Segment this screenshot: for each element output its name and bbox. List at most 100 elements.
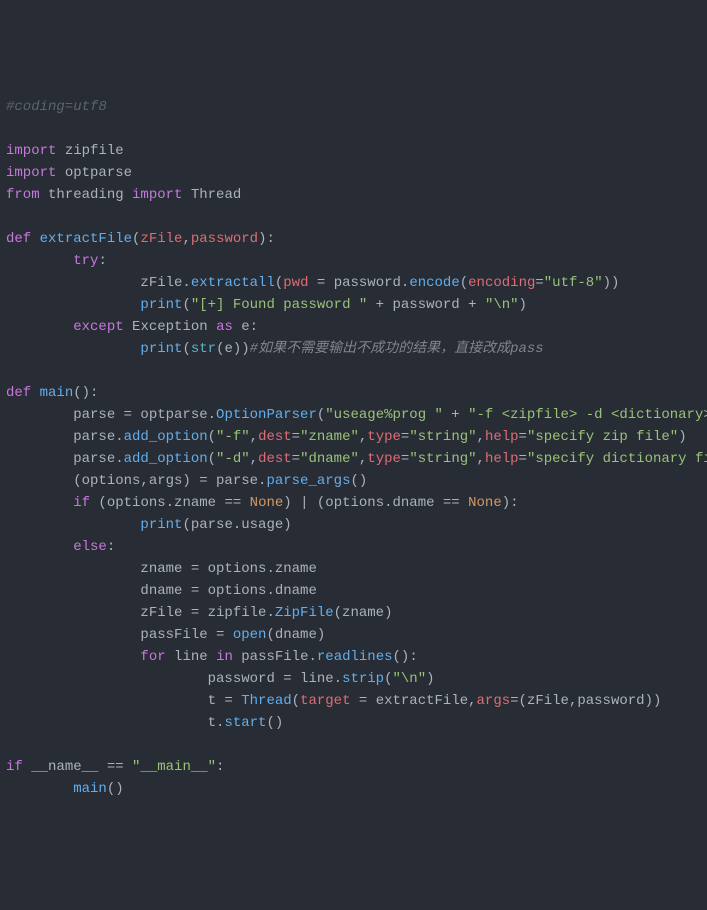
token-punct: = (292, 429, 300, 445)
token-ident (6, 517, 140, 533)
token-punct: () (350, 473, 367, 489)
token-funccall: main (73, 781, 107, 797)
code-line: print(parse.usage) (6, 514, 701, 536)
token-keyword: import (6, 143, 56, 159)
token-ident (6, 649, 140, 665)
token-keyword: if (73, 495, 90, 511)
token-punct: + (443, 407, 468, 423)
token-paramname: password (191, 231, 258, 247)
code-line (6, 360, 701, 382)
token-funcname: extractFile (40, 231, 132, 247)
token-string: "specify zip file" (527, 429, 678, 445)
token-string: "dname" (300, 451, 359, 467)
token-keyword: in (216, 649, 233, 665)
code-line: zFile.extractall(pwd = password.encode(e… (6, 272, 701, 294)
token-paramname: type (367, 451, 401, 467)
token-ident: Thread (182, 187, 241, 203)
code-line: t.start() (6, 712, 701, 734)
token-paramname: dest (258, 429, 292, 445)
token-ident: __name__ == (23, 759, 132, 775)
token-punct: = (519, 451, 527, 467)
token-ident (6, 253, 73, 269)
token-ident: Exception (124, 319, 216, 335)
token-funcname: main (40, 385, 74, 401)
token-punct: ) (519, 297, 527, 313)
token-funccall: encode (409, 275, 459, 291)
code-line: passFile = open(dname) (6, 624, 701, 646)
token-punct: , (477, 451, 485, 467)
token-funccall: add_option (124, 429, 208, 445)
token-funccall: strip (342, 671, 384, 687)
token-keyword: for (140, 649, 165, 665)
token-punct: (dname) (266, 627, 325, 643)
code-line: zname = options.zname (6, 558, 701, 580)
token-ident: parse. (6, 451, 124, 467)
token-ident: (options.zname == (90, 495, 250, 511)
token-ident: zFile = zipfile. (6, 605, 275, 621)
token-punct: ) (426, 671, 434, 687)
token-ident: ) | (options.dname == (283, 495, 468, 511)
token-punct: ( (275, 275, 283, 291)
token-punct: () (107, 781, 124, 797)
token-punct: ( (208, 429, 216, 445)
token-punct: ( (208, 451, 216, 467)
token-punct: = extractFile, (351, 693, 477, 709)
code-line: parse = optparse.OptionParser("useage%pr… (6, 404, 701, 426)
token-string: "-f <zipfile> -d <dictionary>" (468, 407, 707, 423)
token-string: "\n" (392, 671, 426, 687)
token-paramname: dest (258, 451, 292, 467)
token-punct: (): (73, 385, 98, 401)
token-ident: parse. (6, 429, 124, 445)
token-keyword: def (6, 231, 31, 247)
code-line: password = line.strip("\n") (6, 668, 701, 690)
token-ident: e: (233, 319, 258, 335)
token-ident: t = (6, 693, 241, 709)
token-string: "\n" (485, 297, 519, 313)
token-punct: , (477, 429, 485, 445)
token-string: "-d" (216, 451, 250, 467)
token-punct: = (535, 275, 543, 291)
token-funccall: OptionParser (216, 407, 317, 423)
code-line: import optparse (6, 162, 701, 184)
code-line: zFile = zipfile.ZipFile(zname) (6, 602, 701, 624)
token-punct: (parse.usage) (182, 517, 291, 533)
token-punct: = (308, 275, 333, 291)
token-keyword: from (6, 187, 40, 203)
token-punct: ): (258, 231, 275, 247)
token-punct: : (107, 539, 115, 555)
token-keyword: try (73, 253, 98, 269)
token-punct: (e)) (216, 341, 250, 357)
code-line: main() (6, 778, 701, 800)
token-funccall: ZipFile (275, 605, 334, 621)
token-keyword: as (216, 319, 233, 335)
code-line: parse.add_option("-f",dest="zname",type=… (6, 426, 701, 448)
code-line: if (options.zname == None) | (options.dn… (6, 492, 701, 514)
token-ident: dname = options.dname (6, 583, 317, 599)
code-line (6, 206, 701, 228)
token-ident: ): (502, 495, 519, 511)
token-ident (6, 341, 140, 357)
code-line: #coding=utf8 (6, 96, 701, 118)
token-punct: : (98, 253, 106, 269)
token-paramname: type (367, 429, 401, 445)
token-const: None (468, 495, 502, 511)
token-keyword: def (6, 385, 31, 401)
token-funccall: extractall (191, 275, 275, 291)
token-keyword: if (6, 759, 23, 775)
token-paramname: help (485, 429, 519, 445)
code-line: else: (6, 536, 701, 558)
token-funccall: open (233, 627, 267, 643)
code-line: from threading import Thread (6, 184, 701, 206)
token-punct: ( (182, 341, 190, 357)
token-punct: ( (292, 693, 300, 709)
token-ident (31, 385, 39, 401)
token-funccall: start (224, 715, 266, 731)
token-punct: = (292, 451, 300, 467)
token-funccall: print (140, 517, 182, 533)
token-string: "zname" (300, 429, 359, 445)
token-punct: ( (460, 275, 468, 291)
code-line: (options,args) = parse.parse_args() (6, 470, 701, 492)
token-punct: : (216, 759, 224, 775)
code-line: def main(): (6, 382, 701, 404)
token-keyword: import (132, 187, 182, 203)
